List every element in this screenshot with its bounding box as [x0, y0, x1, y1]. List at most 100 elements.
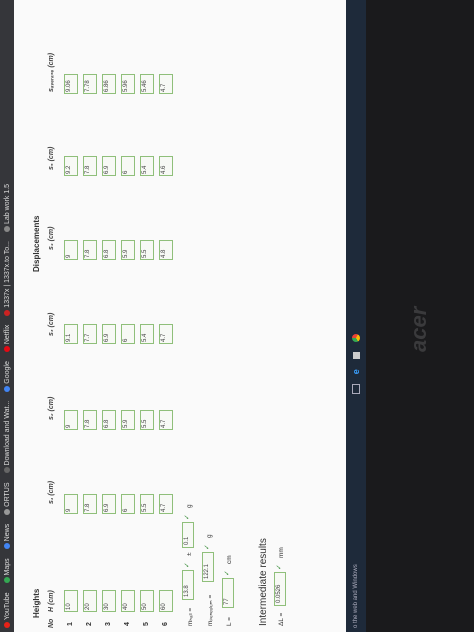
bookmark-item[interactable]: Lab work 1.5 — [4, 184, 11, 233]
length-input[interactable]: 77 — [222, 578, 234, 608]
bookmark-favicon-icon — [4, 543, 10, 550]
cell-s3[interactable]: 4.7 — [159, 324, 173, 344]
cell-h[interactable]: 40 — [121, 590, 135, 612]
taskbar-search-text[interactable]: o the web and Windows — [353, 564, 359, 628]
bookmark-label: ORTUS — [3, 482, 11, 507]
mpendulum-label: mₚₑₙₑᵤₗᵤₘ = — [207, 594, 214, 626]
cell-s1[interactable]: 4.7 — [159, 494, 173, 514]
bookmark-favicon-icon — [4, 346, 10, 353]
cell-s5[interactable]: 6.9 — [102, 156, 116, 176]
cell-s2[interactable]: 5.5 — [140, 410, 154, 430]
delta-l-input[interactable]: 0.0526 — [274, 572, 286, 606]
mball-input[interactable]: 13.8 — [182, 570, 194, 600]
check-icon: ✓ — [184, 514, 191, 520]
cell-s4[interactable]: 4.8 — [159, 240, 173, 260]
mball-error-input[interactable]: 0.1 — [182, 522, 194, 548]
col-header-no: No — [48, 618, 55, 628]
cell-s1[interactable]: 7.8 — [83, 494, 97, 514]
edge-icon[interactable]: e — [351, 369, 361, 374]
col-header-s4: s₄ (cm) — [48, 226, 55, 250]
cell-savg[interactable]: 6.86 — [102, 74, 116, 94]
bookmark-label: Google — [3, 361, 11, 384]
cell-s3[interactable]: 5.4 — [140, 324, 154, 344]
cell-h[interactable]: 30 — [102, 590, 116, 612]
bookmark-item[interactable]: Download and Wat... — [4, 401, 11, 474]
cell-s4[interactable]: 9 — [64, 240, 78, 260]
mball-unit: g — [186, 504, 193, 508]
cell-s3[interactable]: 6 — [121, 324, 135, 344]
cell-h[interactable]: 50 — [140, 590, 154, 612]
cell-s1[interactable]: 6 — [121, 494, 135, 514]
cell-h[interactable]: 20 — [83, 590, 97, 612]
bookmark-label: YouTube — [3, 592, 11, 620]
cell-s4[interactable]: 7.8 — [83, 240, 97, 260]
cell-savg[interactable]: 9.06 — [64, 74, 78, 94]
laptop-bezel: acer — [366, 0, 474, 632]
store-icon[interactable] — [352, 352, 360, 360]
cell-s3[interactable]: 7.7 — [83, 324, 97, 344]
bookmarks-bar: YouTube Maps News ORTUS Download and Wat... G… — [0, 0, 14, 632]
windows-taskbar: o the web and Windows e — [346, 0, 366, 632]
mpendulum-unit: g — [206, 534, 213, 538]
displacements-title: Displacements — [32, 215, 41, 272]
cell-s2[interactable]: 7.8 — [83, 410, 97, 430]
bookmark-favicon-icon — [4, 385, 10, 392]
cell-s2[interactable]: 4.7 — [159, 410, 173, 430]
col-header-s1: s₁ (cm) — [48, 480, 55, 504]
col-header-s3: s₃ (cm) — [48, 312, 55, 336]
bookmark-item[interactable]: ORTUS — [3, 482, 11, 515]
cell-s5[interactable]: 5.4 — [140, 156, 154, 176]
row-number: 5 — [143, 622, 150, 626]
row-number: 6 — [162, 622, 169, 626]
cell-s4[interactable]: 6.8 — [102, 240, 116, 260]
bookmark-item[interactable]: News — [4, 524, 11, 550]
row-number: 3 — [105, 622, 112, 626]
cell-s2[interactable]: 9 — [64, 410, 78, 430]
bookmark-item[interactable]: 1337x | 1337x.to To... — [4, 241, 11, 316]
task-view-icon[interactable] — [352, 384, 360, 395]
bookmark-label: 1337x | 1337x.to To... — [3, 241, 11, 308]
col-header-s5: s₅ (cm) — [48, 146, 55, 170]
check-icon: ✓ — [224, 570, 231, 576]
row-number: 1 — [67, 622, 74, 626]
bookmark-item[interactable]: Google — [4, 361, 11, 392]
col-header-s2: s₂ (cm) — [48, 396, 55, 420]
bookmark-item[interactable]: Maps — [3, 558, 11, 584]
bookmark-label: News — [3, 523, 11, 542]
length-unit: cm — [226, 555, 233, 564]
cell-savg[interactable]: 5.46 — [140, 74, 154, 94]
bookmark-label: Maps — [3, 558, 11, 576]
cell-savg[interactable]: 4.7 — [159, 74, 173, 94]
length-label: L = — [226, 617, 233, 626]
bookmark-favicon-icon — [4, 226, 10, 233]
cell-s5[interactable]: 9.2 — [64, 156, 78, 176]
bookmark-item[interactable]: Netflix — [4, 325, 11, 353]
cell-s3[interactable]: 6.9 — [102, 324, 116, 344]
cell-s2[interactable]: 6.8 — [102, 410, 116, 430]
cell-s4[interactable]: 5.9 — [121, 240, 135, 260]
cell-s1[interactable]: 5.5 — [140, 494, 154, 514]
col-header-savg: sₐᵥₑᵣₐ₉ₑ (cm) — [48, 52, 55, 92]
cell-s4[interactable]: 5.5 — [140, 240, 154, 260]
cell-h[interactable]: 60 — [159, 590, 173, 612]
cell-s5[interactable]: 4.6 — [159, 156, 173, 176]
cell-savg[interactable]: 5.96 — [121, 74, 135, 94]
cell-h[interactable]: 10 — [64, 590, 78, 612]
cell-s1[interactable]: 6.9 — [102, 494, 116, 514]
mball-label: mₕₐₗₗ = — [187, 607, 194, 626]
cell-s2[interactable]: 5.9 — [121, 410, 135, 430]
col-header-h: H (cm) — [48, 590, 55, 612]
mpendulum-input[interactable]: 122.1 — [202, 552, 214, 582]
rotated-screen: YouTube Maps News ORTUS Download and Wat... G… — [0, 0, 474, 632]
lab-form-page: Heights Displacements No H (cm) s₁ (cm) … — [14, 0, 346, 632]
bookmark-favicon-icon — [4, 309, 10, 316]
cell-savg[interactable]: 7.78 — [83, 74, 97, 94]
check-icon: ✓ — [184, 562, 191, 568]
bookmark-item[interactable]: YouTube — [4, 592, 11, 628]
cell-s5[interactable]: 7.8 — [83, 156, 97, 176]
cell-s5[interactable]: 6 — [121, 156, 135, 176]
acer-logo: acer — [406, 306, 431, 352]
chrome-icon[interactable] — [352, 334, 360, 343]
cell-s1[interactable]: 9 — [64, 494, 78, 514]
cell-s3[interactable]: 9.1 — [64, 324, 78, 344]
